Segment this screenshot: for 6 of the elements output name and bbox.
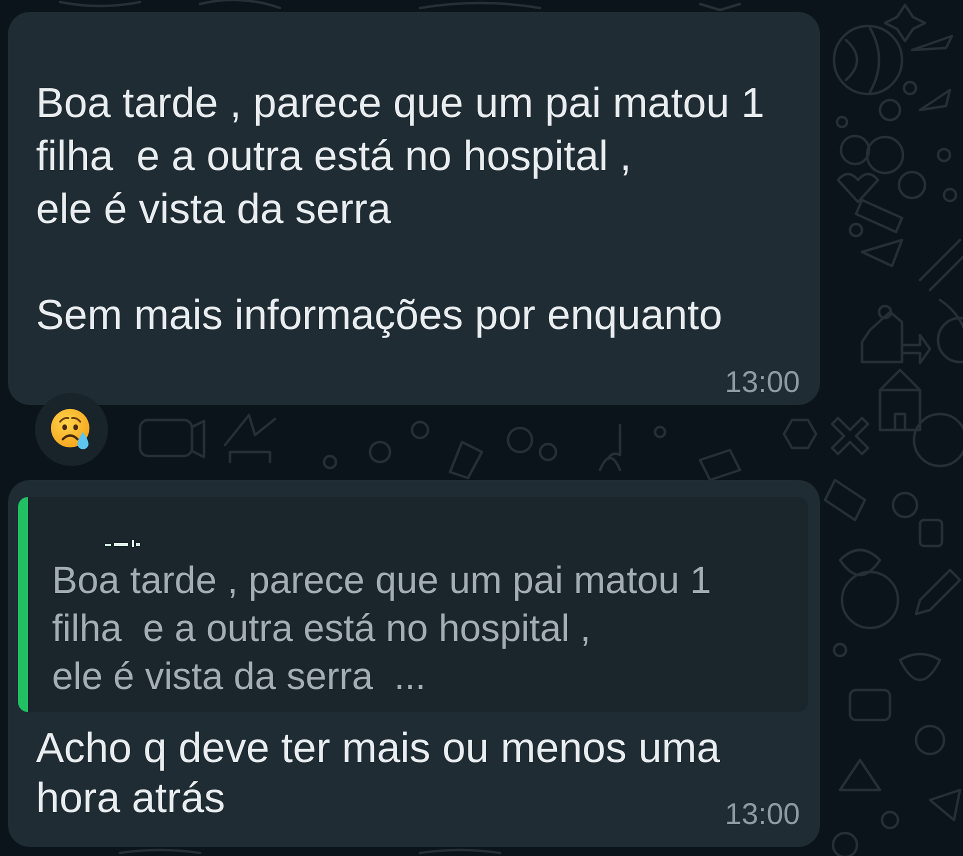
message-time: 13:00	[724, 800, 800, 830]
message-text: Acho q deve ter mais ou menos uma hora atrás	[36, 724, 720, 821]
quoted-message[interactable]: Boa tarde , parece que um pai matou 1 filha e a outra está no hospital , ele é vista da serra ...	[18, 497, 808, 712]
message-text: Boa tarde , parece que um pai matou 1 filha e a outra está no hospital , ele é vista da serra Sem mais informações por enquanto	[36, 79, 764, 338]
quoted-text: Boa tarde , parece que um pai matou 1 filha e a outra está no hospital , ele é vista da serra ...	[52, 559, 712, 700]
message-time: 13:00	[724, 368, 800, 398]
